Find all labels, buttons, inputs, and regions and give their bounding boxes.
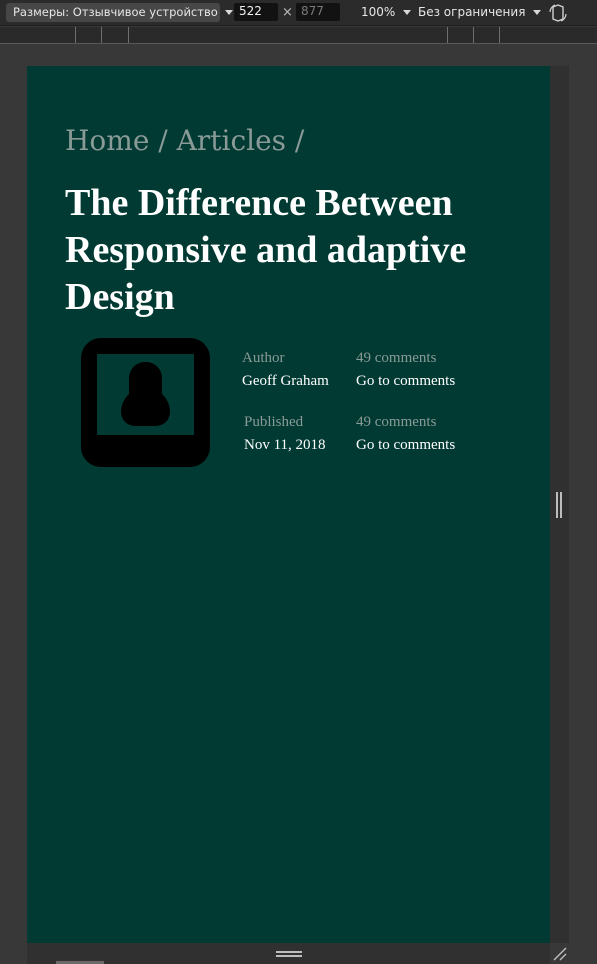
dimension-separator: ×	[282, 5, 293, 20]
media-query-bar[interactable]	[0, 27, 597, 44]
author-name: Geoff Graham	[242, 373, 329, 389]
resize-corner-icon[interactable]	[551, 945, 567, 961]
comments-link[interactable]: Go to comments	[356, 373, 455, 390]
height-resize-handle[interactable]	[27, 943, 550, 964]
media-tick	[101, 27, 102, 43]
media-tick	[473, 27, 474, 43]
author-label: Author	[242, 350, 285, 366]
resize-grip-icon	[560, 492, 562, 518]
breadcrumb[interactable]: Home / Articles /	[65, 124, 304, 157]
published-label: Published	[244, 414, 304, 430]
width-input[interactable]: 522	[234, 3, 278, 21]
zoom-label: 100%	[361, 5, 396, 19]
height-input[interactable]: 877	[296, 3, 340, 21]
chevron-down-icon	[403, 10, 412, 15]
rotate-icon[interactable]	[548, 3, 568, 23]
published-date: Nov 11, 2018	[244, 437, 326, 453]
devtools-toolbar: Размеры: Отзывчивое устройство 522 × 877…	[0, 0, 597, 26]
width-resize-handle[interactable]	[550, 66, 569, 943]
article-title: The Difference Between Responsive and ad…	[65, 182, 467, 318]
device-dimensions-label: Размеры: Отзывчивое устройство	[13, 5, 218, 19]
comments-link[interactable]: Go to comments	[356, 437, 455, 454]
user-portrait-icon	[97, 354, 194, 435]
avatar-head-shape	[129, 362, 162, 404]
device-dimensions-select[interactable]: Размеры: Отзывчивое устройство	[6, 3, 234, 22]
media-tick	[128, 27, 129, 43]
media-tick	[499, 27, 500, 43]
media-tick	[447, 27, 448, 43]
author-avatar	[81, 338, 210, 467]
resize-grip-icon	[276, 951, 302, 953]
device-viewport: Home / Articles / The Difference Between…	[27, 66, 550, 943]
comments-count: 49 comments	[356, 414, 437, 430]
chevron-down-icon	[225, 10, 234, 15]
comments-count: 49 comments	[356, 350, 437, 366]
resize-grip-icon	[556, 492, 558, 518]
throttling-label: Без ограничения	[418, 5, 526, 19]
zoom-select[interactable]: 100%	[361, 5, 412, 19]
media-tick	[75, 27, 76, 43]
resize-grip-icon	[276, 955, 302, 957]
throttling-select[interactable]: Без ограничения	[418, 5, 542, 19]
chevron-down-icon	[533, 10, 542, 15]
